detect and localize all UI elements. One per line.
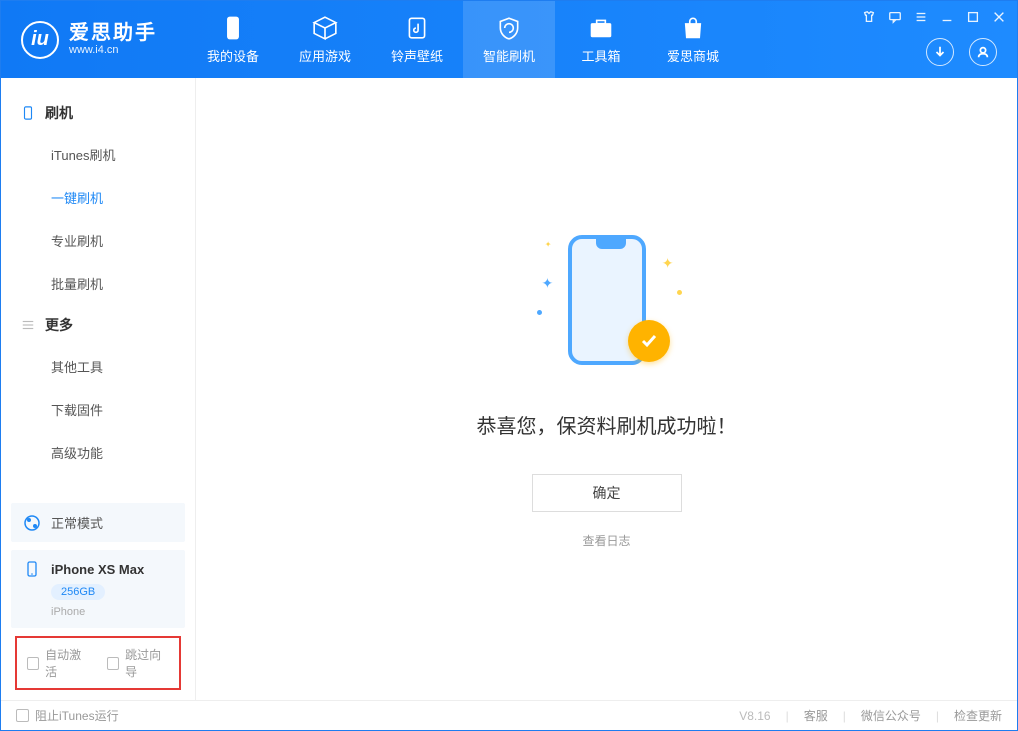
minimize-icon[interactable] bbox=[939, 9, 955, 25]
sidebar-item-oneclick-flash[interactable]: 一键刷机 bbox=[1, 176, 195, 219]
logo: iu 爱思助手 www.i4.cn bbox=[1, 21, 177, 59]
main-content: ✦ ✦ ✦ 恭喜您，保资料刷机成功啦！ 确定 查看日志 bbox=[196, 78, 1017, 700]
device-icon bbox=[220, 15, 246, 41]
main-tabs: 我的设备 应用游戏 铃声壁纸 智能刷机 工具箱 爱思商城 bbox=[187, 1, 739, 78]
maximize-icon[interactable] bbox=[965, 9, 981, 25]
tab-store[interactable]: 爱思商城 bbox=[647, 1, 739, 78]
user-icon[interactable] bbox=[969, 38, 997, 66]
header: iu 爱思助手 www.i4.cn 我的设备 应用游戏 铃声壁纸 智能刷机 bbox=[1, 1, 1017, 78]
dot-icon bbox=[677, 290, 682, 295]
tab-label: 爱思商城 bbox=[667, 46, 719, 65]
app-window: iu 爱思助手 www.i4.cn 我的设备 应用游戏 铃声壁纸 智能刷机 bbox=[0, 0, 1018, 731]
sidebar-item-pro-flash[interactable]: 专业刷机 bbox=[1, 219, 195, 262]
footer: 阻止iTunes运行 V8.16 | 客服 | 微信公众号 | 检查更新 bbox=[1, 700, 1017, 730]
sparkle-icon: ✦ bbox=[542, 275, 554, 292]
list-icon bbox=[21, 318, 35, 332]
checkbox-block-itunes[interactable]: 阻止iTunes运行 bbox=[16, 707, 119, 724]
separator: | bbox=[936, 709, 939, 723]
sparkle-icon: ✦ bbox=[545, 240, 552, 249]
tab-ringtones-wallpapers[interactable]: 铃声壁纸 bbox=[371, 1, 463, 78]
sidebar-item-other-tools[interactable]: 其他工具 bbox=[1, 345, 195, 388]
sidebar: 刷机 iTunes刷机 一键刷机 专业刷机 批量刷机 更多 其他工具 下载固件 … bbox=[1, 78, 196, 700]
phone-icon bbox=[21, 106, 35, 120]
version-label: V8.16 bbox=[739, 709, 770, 723]
menu-icon[interactable] bbox=[913, 9, 929, 25]
sidebar-item-download-firmware[interactable]: 下载固件 bbox=[1, 388, 195, 431]
footer-link-update[interactable]: 检查更新 bbox=[954, 707, 1002, 724]
footer-link-support[interactable]: 客服 bbox=[804, 707, 828, 724]
tab-smart-flash[interactable]: 智能刷机 bbox=[463, 1, 555, 78]
separator: | bbox=[786, 709, 789, 723]
sidebar-item-advanced[interactable]: 高级功能 bbox=[1, 431, 195, 474]
dot-icon bbox=[537, 310, 542, 315]
logo-subtitle: www.i4.cn bbox=[69, 44, 157, 56]
phone-small-icon bbox=[23, 560, 41, 578]
sidebar-item-itunes-flash[interactable]: iTunes刷机 bbox=[1, 133, 195, 176]
sidebar-group-more: 更多 bbox=[1, 305, 195, 345]
separator: | bbox=[843, 709, 846, 723]
ok-button[interactable]: 确定 bbox=[532, 474, 682, 512]
group-title: 刷机 bbox=[45, 103, 73, 123]
refresh-shield-icon bbox=[496, 15, 522, 41]
window-controls bbox=[861, 9, 1007, 25]
success-illustration: ✦ ✦ ✦ bbox=[532, 230, 682, 380]
logo-icon: iu bbox=[21, 21, 59, 59]
footer-right: V8.16 | 客服 | 微信公众号 | 检查更新 bbox=[739, 707, 1002, 724]
tab-label: 我的设备 bbox=[207, 46, 259, 65]
tshirt-icon[interactable] bbox=[861, 9, 877, 25]
device-type: iPhone bbox=[51, 606, 173, 618]
checkbox-icon bbox=[27, 657, 39, 670]
checkbox-label: 自动激活 bbox=[45, 646, 89, 680]
sidebar-group-flash: 刷机 bbox=[1, 93, 195, 133]
logo-text: 爱思助手 www.i4.cn bbox=[69, 22, 157, 56]
toolbox-icon bbox=[588, 15, 614, 41]
success-title: 恭喜您，保资料刷机成功啦！ bbox=[477, 410, 737, 439]
device-card[interactable]: iPhone XS Max 256GB iPhone bbox=[11, 550, 185, 628]
check-badge-icon bbox=[628, 320, 670, 362]
device-capacity: 256GB bbox=[51, 584, 105, 600]
cube-icon bbox=[312, 15, 338, 41]
sidebar-bottom: 正常模式 iPhone XS Max 256GB iPhone 自动激活 bbox=[1, 493, 195, 700]
highlighted-checkbox-row: 自动激活 跳过向导 bbox=[15, 636, 181, 690]
view-log-link[interactable]: 查看日志 bbox=[582, 532, 630, 549]
tab-my-device[interactable]: 我的设备 bbox=[187, 1, 279, 78]
checkbox-icon bbox=[107, 657, 119, 670]
body: 刷机 iTunes刷机 一键刷机 专业刷机 批量刷机 更多 其他工具 下载固件 … bbox=[1, 78, 1017, 700]
mode-card[interactable]: 正常模式 bbox=[11, 503, 185, 542]
device-row: iPhone XS Max bbox=[23, 560, 173, 578]
shopping-bag-icon bbox=[680, 15, 706, 41]
tab-apps-games[interactable]: 应用游戏 bbox=[279, 1, 371, 78]
tab-label: 应用游戏 bbox=[299, 46, 351, 65]
header-actions bbox=[926, 38, 997, 66]
tab-label: 工具箱 bbox=[581, 46, 620, 65]
sidebar-item-batch-flash[interactable]: 批量刷机 bbox=[1, 262, 195, 305]
tab-label: 铃声壁纸 bbox=[391, 46, 443, 65]
checkbox-auto-activate[interactable]: 自动激活 bbox=[27, 646, 89, 680]
checkbox-label: 跳过向导 bbox=[125, 646, 169, 680]
footer-link-wechat[interactable]: 微信公众号 bbox=[861, 707, 921, 724]
checkbox-icon bbox=[16, 709, 29, 722]
sidebar-scroll: 刷机 iTunes刷机 一键刷机 专业刷机 批量刷机 更多 其他工具 下载固件 … bbox=[1, 78, 195, 493]
device-name: iPhone XS Max bbox=[51, 562, 144, 577]
checkbox-skip-guide[interactable]: 跳过向导 bbox=[107, 646, 169, 680]
group-title: 更多 bbox=[45, 315, 73, 335]
tab-toolbox[interactable]: 工具箱 bbox=[555, 1, 647, 78]
download-icon[interactable] bbox=[926, 38, 954, 66]
mode-label: 正常模式 bbox=[51, 513, 103, 532]
close-icon[interactable] bbox=[991, 9, 1007, 25]
sparkle-icon: ✦ bbox=[662, 255, 674, 272]
feedback-icon[interactable] bbox=[887, 9, 903, 25]
logo-title: 爱思助手 bbox=[69, 22, 157, 44]
mode-icon bbox=[23, 514, 41, 532]
checkbox-label: 阻止iTunes运行 bbox=[35, 707, 119, 724]
tab-label: 智能刷机 bbox=[483, 46, 535, 65]
music-file-icon bbox=[404, 15, 430, 41]
